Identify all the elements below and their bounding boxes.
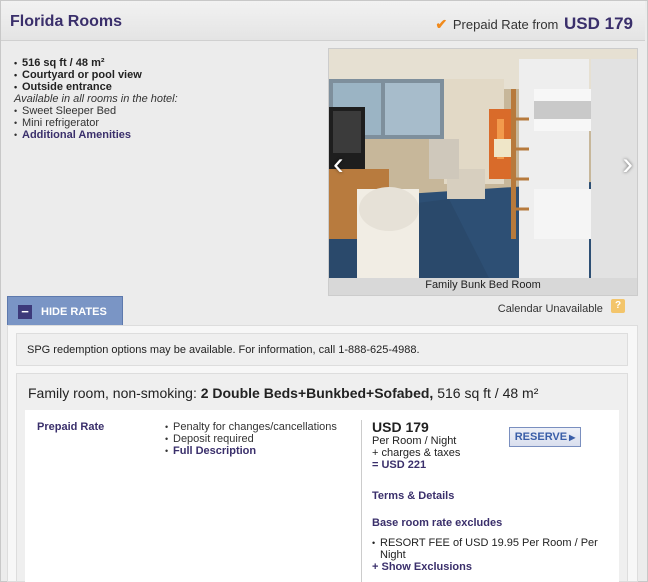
- feature-bed: • Sweet Sleeper Bed: [14, 105, 117, 117]
- spg-notice: SPG redemption options may be available.…: [16, 333, 628, 366]
- next-photo-arrow-icon[interactable]: ›: [622, 147, 633, 179]
- previous-photo-arrow-icon[interactable]: ‹: [333, 147, 344, 179]
- bullet-icon: •: [14, 106, 18, 116]
- bullet-icon: •: [165, 422, 169, 432]
- help-icon[interactable]: ?: [611, 299, 625, 313]
- feature-entrance: • Outside entrance: [14, 81, 112, 93]
- additional-amenities-link[interactable]: Additional Amenities: [22, 129, 131, 141]
- rate-from-amount: USD 179: [564, 14, 633, 33]
- reserve-label: RESERVE: [514, 431, 568, 443]
- term-item: • Deposit required: [165, 433, 254, 445]
- room-type-title: Family room, non-smoking: 2 Double Beds+…: [28, 385, 539, 401]
- full-description-link[interactable]: Full Description: [173, 445, 256, 457]
- price-charges: + charges & taxes: [372, 447, 461, 459]
- photo-caption: Family Bunk Bed Room: [425, 279, 541, 291]
- room-header: Florida Rooms ✔ Prepaid Rate from USD 17…: [1, 1, 645, 41]
- excludes-title: Base room rate excludes: [372, 517, 503, 529]
- show-exclusions-link[interactable]: + Show Exclusions: [372, 561, 472, 573]
- rate-divider: [361, 420, 362, 582]
- available-note: Available in all rooms in the hotel:: [14, 93, 178, 105]
- rate-from-label: Prepaid Rate from: [452, 17, 559, 32]
- bullet-icon: •: [14, 70, 18, 80]
- hide-rates-label: HIDE RATES: [41, 306, 107, 318]
- room-features: • 516 sq ft / 48 m² • Courtyard or pool vi…: [14, 57, 178, 141]
- excludes-item: • RESORT FEE of USD 19.95 Per Room / Per …: [372, 537, 598, 561]
- bullet-icon: •: [14, 82, 18, 92]
- full-description-item: • Full Description: [165, 445, 337, 457]
- rate-card: Prepaid Rate • Penalty for changes/cancel…: [25, 410, 619, 582]
- feature-size: • 516 sq ft / 48 m²: [14, 57, 105, 69]
- bullet-icon: •: [165, 446, 169, 456]
- rate-from: ✔ Prepaid Rate from USD 179: [436, 14, 633, 34]
- reserve-button[interactable]: RESERVE ▶: [509, 427, 581, 447]
- rate-name: Prepaid Rate: [37, 421, 105, 433]
- room-type-section: Family room, non-smoking: 2 Double Beds+…: [16, 373, 628, 582]
- calendar-status: Calendar Unavailable: [498, 303, 626, 315]
- hide-rates-button[interactable]: − HIDE RATES: [7, 296, 123, 326]
- bullet-icon: •: [165, 434, 169, 444]
- feature-view: • Courtyard or pool view: [14, 69, 142, 81]
- room-photo: [329, 49, 637, 278]
- room-title: Florida Rooms: [10, 13, 123, 30]
- terms-details-link[interactable]: Terms & Details: [372, 490, 454, 502]
- calendar-label: Calendar Unavailable: [497, 303, 603, 315]
- check-icon: ✔: [435, 16, 448, 32]
- bullet-icon: •: [14, 58, 18, 68]
- price-total: = USD 221: [372, 459, 427, 471]
- term-item: • Penalty for changes/cancellations: [165, 421, 337, 433]
- minus-icon: −: [18, 305, 32, 319]
- amenities-item: • Additional Amenities: [14, 129, 178, 141]
- rate-terms: • Penalty for changes/cancellations • Depo…: [165, 421, 337, 457]
- bullet-icon: •: [14, 130, 18, 140]
- play-arrow-icon: ▶: [569, 433, 576, 442]
- bullet-icon: •: [372, 538, 376, 548]
- bullet-icon: •: [14, 118, 18, 128]
- feature-fridge: • Mini refrigerator: [14, 117, 100, 129]
- photo-gallery: ‹ › Family Bunk Bed Room: [328, 48, 638, 296]
